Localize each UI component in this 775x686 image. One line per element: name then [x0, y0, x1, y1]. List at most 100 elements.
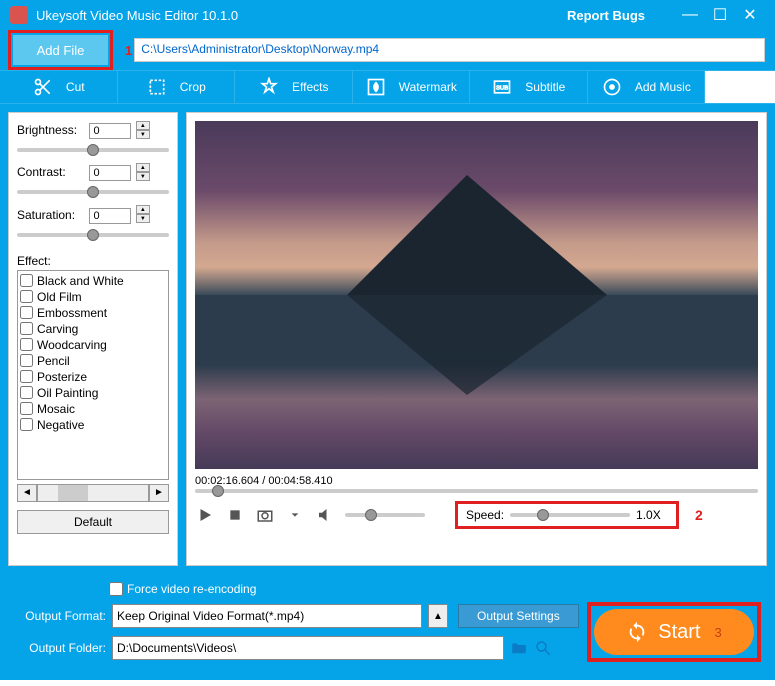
- stop-button[interactable]: [225, 505, 245, 525]
- effect-item[interactable]: Posterize: [20, 369, 166, 385]
- hscroll-right[interactable]: ►: [149, 484, 169, 502]
- saturation-down[interactable]: ▼: [136, 214, 150, 223]
- effect-item[interactable]: Embossment: [20, 305, 166, 321]
- tab-subtitle[interactable]: SUB Subtitle: [470, 71, 588, 103]
- video-preview[interactable]: [195, 121, 758, 469]
- app-title: Ukeysoft Video Music Editor 10.1.0: [36, 8, 567, 23]
- tab-add-music[interactable]: Add Music: [588, 71, 706, 103]
- browse-folder-icon[interactable]: [510, 639, 528, 657]
- effect-item[interactable]: Old Film: [20, 289, 166, 305]
- step3-label: 3: [715, 625, 722, 640]
- effect-item-label: Negative: [37, 418, 84, 432]
- file-path-field[interactable]: C:\Users\Administrator\Desktop\Norway.mp…: [134, 38, 765, 62]
- effect-item-label: Oil Painting: [37, 386, 98, 400]
- effect-item[interactable]: Black and White: [20, 273, 166, 289]
- file-bar: Add File 1 C:\Users\Administrator\Deskto…: [0, 30, 775, 70]
- report-bugs-link[interactable]: Report Bugs: [567, 8, 645, 23]
- step3-highlight: Start 3: [587, 602, 761, 662]
- minimize-button[interactable]: —: [675, 6, 705, 24]
- add-file-button[interactable]: Add File: [13, 35, 108, 65]
- brightness-down[interactable]: ▼: [136, 130, 150, 139]
- default-button[interactable]: Default: [17, 510, 169, 534]
- effect-checkbox[interactable]: [20, 322, 33, 335]
- output-format-select[interactable]: Keep Original Video Format(*.mp4): [112, 604, 422, 628]
- volume-button[interactable]: [315, 505, 335, 525]
- effect-item-label: Woodcarving: [37, 338, 107, 352]
- saturation-slider[interactable]: [17, 233, 169, 237]
- open-folder-icon[interactable]: [534, 639, 552, 657]
- effect-item-label: Black and White: [37, 274, 124, 288]
- effect-checkbox[interactable]: [20, 386, 33, 399]
- hscroll-track[interactable]: [37, 484, 149, 502]
- brightness-input[interactable]: [89, 123, 131, 139]
- effect-item[interactable]: Carving: [20, 321, 166, 337]
- effect-checkbox[interactable]: [20, 274, 33, 287]
- speed-value: 1.0X: [636, 508, 668, 522]
- speed-label: Speed:: [466, 508, 504, 522]
- effect-checkbox[interactable]: [20, 338, 33, 351]
- effect-item-label: Pencil: [37, 354, 70, 368]
- contrast-label: Contrast:: [17, 165, 85, 179]
- effects-panel: Brightness: ▲▼ Contrast: ▲▼ Saturation: …: [8, 112, 178, 566]
- brightness-label: Brightness:: [17, 123, 85, 137]
- effect-hscroll[interactable]: ◄ ►: [17, 484, 169, 502]
- effect-item[interactable]: Mosaic: [20, 401, 166, 417]
- output-settings-button[interactable]: Output Settings: [458, 604, 579, 628]
- main-area: Brightness: ▲▼ Contrast: ▲▼ Saturation: …: [0, 104, 775, 574]
- crop-icon: [146, 76, 168, 98]
- tab-crop[interactable]: Crop: [118, 71, 236, 103]
- contrast-down[interactable]: ▼: [136, 172, 150, 181]
- volume-slider[interactable]: [345, 513, 425, 517]
- play-button[interactable]: [195, 505, 215, 525]
- effect-checkbox[interactable]: [20, 370, 33, 383]
- saturation-input[interactable]: [89, 208, 131, 224]
- tab-effects-label: Effects: [292, 80, 328, 94]
- saturation-up[interactable]: ▲: [136, 205, 150, 214]
- force-reencode-label: Force video re-encoding: [127, 582, 256, 596]
- hscroll-thumb[interactable]: [58, 485, 88, 501]
- snapshot-dropdown[interactable]: [285, 505, 305, 525]
- tab-watermark-label: Watermark: [399, 80, 457, 94]
- tab-cut-label: Cut: [66, 80, 85, 94]
- hscroll-left[interactable]: ◄: [17, 484, 37, 502]
- contrast-up[interactable]: ▲: [136, 163, 150, 172]
- effects-icon: [258, 76, 280, 98]
- speed-control-highlight: Speed: 1.0X: [455, 501, 679, 529]
- close-button[interactable]: ✕: [735, 5, 765, 25]
- effect-list[interactable]: Black and WhiteOld FilmEmbossmentCarving…: [17, 270, 169, 480]
- effect-item[interactable]: Oil Painting: [20, 385, 166, 401]
- brightness-up[interactable]: ▲: [136, 121, 150, 130]
- effect-checkbox[interactable]: [20, 290, 33, 303]
- contrast-input[interactable]: [89, 165, 131, 181]
- tab-cut[interactable]: Cut: [0, 71, 118, 103]
- effect-checkbox[interactable]: [20, 418, 33, 431]
- player-controls: Speed: 1.0X 2: [195, 501, 758, 529]
- seek-slider[interactable]: [195, 489, 758, 493]
- effect-checkbox[interactable]: [20, 402, 33, 415]
- step2-label: 2: [695, 507, 703, 523]
- tab-watermark[interactable]: Watermark: [353, 71, 471, 103]
- preview-panel: 00:02:16.604 / 00:04:58.410 Speed: 1.0X …: [186, 112, 767, 566]
- effect-item[interactable]: Negative: [20, 417, 166, 433]
- tab-blank: [705, 71, 775, 103]
- tab-effects[interactable]: Effects: [235, 71, 353, 103]
- speed-slider[interactable]: [510, 513, 630, 517]
- effect-item[interactable]: Pencil: [20, 353, 166, 369]
- title-bar: Ukeysoft Video Music Editor 10.1.0 Repor…: [0, 0, 775, 30]
- effect-label: Effect:: [17, 254, 169, 268]
- effect-checkbox[interactable]: [20, 306, 33, 319]
- brightness-slider[interactable]: [17, 148, 169, 152]
- start-button[interactable]: Start 3: [594, 609, 754, 655]
- tab-crop-label: Crop: [180, 80, 206, 94]
- effect-item[interactable]: Woodcarving: [20, 337, 166, 353]
- output-folder-input[interactable]: [112, 636, 504, 660]
- saturation-label: Saturation:: [17, 208, 85, 222]
- force-reencode-checkbox[interactable]: [109, 582, 123, 596]
- tab-subtitle-label: Subtitle: [525, 80, 565, 94]
- contrast-slider[interactable]: [17, 190, 169, 194]
- app-icon: [10, 6, 28, 24]
- effect-checkbox[interactable]: [20, 354, 33, 367]
- snapshot-button[interactable]: [255, 505, 275, 525]
- output-format-dropdown[interactable]: ▲: [428, 604, 448, 628]
- maximize-button[interactable]: ☐: [705, 5, 735, 25]
